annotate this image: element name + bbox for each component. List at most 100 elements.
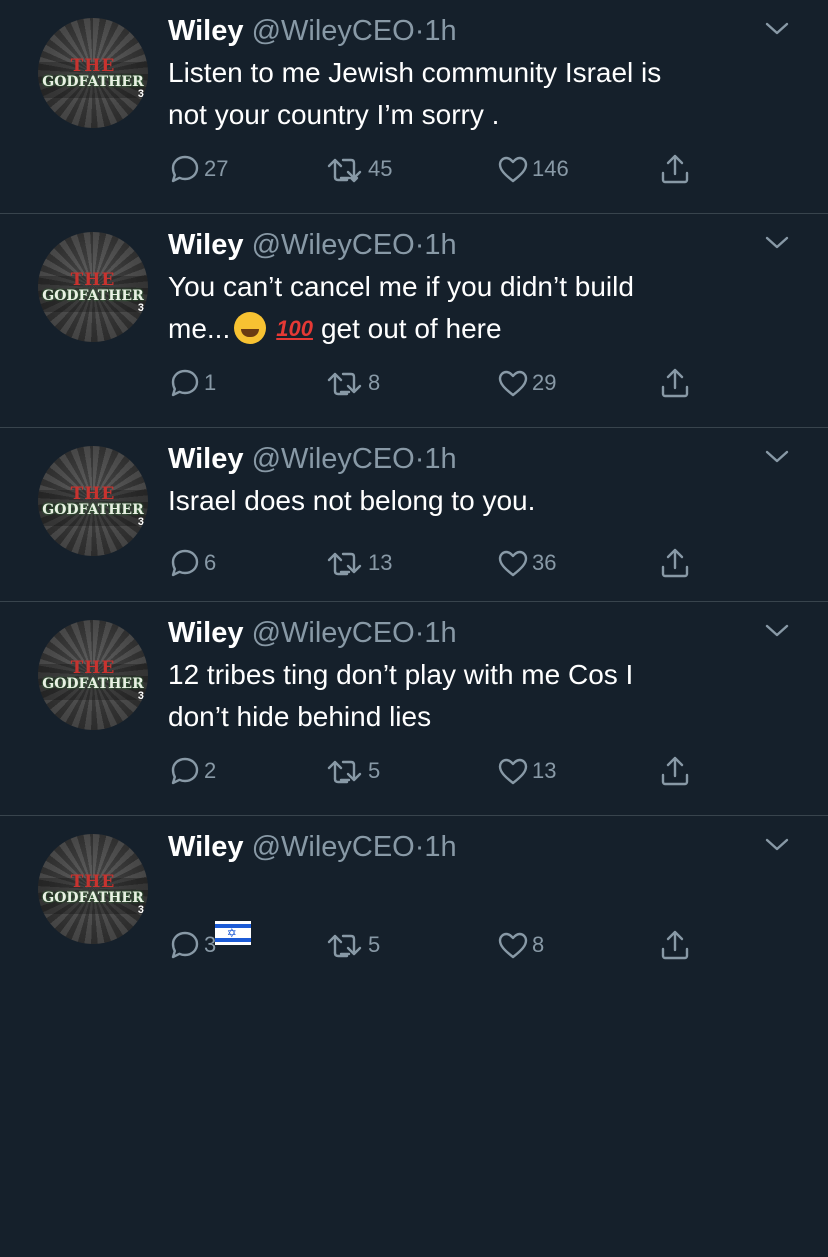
display-name[interactable]: Wiley xyxy=(168,831,244,863)
chevron-down-icon[interactable] xyxy=(764,234,790,252)
reply-icon xyxy=(171,549,199,577)
tweet-actions: 1 8 29 xyxy=(168,366,708,400)
tweet-header: Wiley @WileyCEO·1h xyxy=(168,228,808,262)
like-button[interactable]: 36 xyxy=(496,546,556,580)
tweet[interactable]: THE GODFATHER 3 Wiley @WileyCEO·1h Liste… xyxy=(0,0,828,214)
reply-button[interactable]: 2 xyxy=(168,754,216,788)
retweet-button[interactable]: 5 xyxy=(326,754,380,788)
timestamp[interactable]: 1h xyxy=(424,229,456,261)
tweet-text: Listen to me Jewish community Israel is … xyxy=(168,57,662,130)
timestamp[interactable]: 1h xyxy=(424,831,456,863)
share-icon xyxy=(661,756,689,786)
tweet-text: You can’t cancel me if you didn’t build … xyxy=(168,266,808,350)
reply-count: 2 xyxy=(204,758,217,783)
display-name[interactable]: Wiley xyxy=(168,443,244,475)
user-handle[interactable]: @WileyCEO xyxy=(252,15,415,47)
avatar[interactable]: THE GODFATHER 3 xyxy=(38,232,148,342)
retweet-icon xyxy=(327,158,362,183)
chevron-down-icon[interactable] xyxy=(764,622,790,640)
share-button[interactable] xyxy=(658,754,692,788)
display-name[interactable]: Wiley xyxy=(168,229,244,261)
retweet-button[interactable]: 5 xyxy=(326,928,380,962)
like-icon xyxy=(498,550,528,577)
laughing-emoji-icon xyxy=(234,312,267,344)
retweet-count: 5 xyxy=(368,758,381,783)
avatar-logo-the: THE xyxy=(70,56,116,76)
like-icon xyxy=(498,370,528,397)
share-button[interactable] xyxy=(658,546,692,580)
avatar-logo-the: THE xyxy=(70,872,116,892)
avatar-logo-number: 3 xyxy=(137,516,144,528)
reply-button[interactable]: 27 xyxy=(168,152,228,186)
reply-count: 27 xyxy=(204,156,229,181)
display-name[interactable]: Wiley xyxy=(168,15,244,47)
reply-count: 1 xyxy=(204,370,217,395)
like-button[interactable]: 8 xyxy=(496,928,544,962)
avatar-logo-godfather: GODFATHER xyxy=(42,502,144,518)
avatar[interactable]: THE GODFATHER 3 xyxy=(38,834,148,944)
like-count: 29 xyxy=(532,370,557,395)
like-button[interactable]: 13 xyxy=(496,754,556,788)
share-button[interactable] xyxy=(658,928,692,962)
avatar[interactable]: THE GODFATHER 3 xyxy=(38,18,148,128)
like-button[interactable]: 146 xyxy=(496,152,569,186)
chevron-down-icon[interactable] xyxy=(764,448,790,466)
retweet-button[interactable]: 45 xyxy=(326,152,392,186)
user-handle[interactable]: @WileyCEO xyxy=(252,617,415,649)
timestamp[interactable]: 1h xyxy=(424,617,456,649)
avatar[interactable]: THE GODFATHER 3 xyxy=(38,446,148,556)
tweet-text-segment: me... xyxy=(168,313,231,344)
separator-dot: · xyxy=(414,617,425,649)
like-count: 8 xyxy=(532,932,545,957)
reply-icon xyxy=(171,369,199,397)
retweet-button[interactable]: 8 xyxy=(326,366,380,400)
chevron-down-icon[interactable] xyxy=(764,20,790,38)
retweet-count: 45 xyxy=(368,156,393,181)
retweet-count: 13 xyxy=(368,550,393,575)
avatar-logo-godfather: GODFATHER xyxy=(42,676,144,692)
hundred-emoji-icon: 100 xyxy=(276,316,313,341)
share-button[interactable] xyxy=(658,366,692,400)
tweet[interactable]: THE GODFATHER 3 Wiley @WileyCEO·1h 12 tr… xyxy=(0,602,828,816)
display-name[interactable]: Wiley xyxy=(168,617,244,649)
tweet-text: 12 tribes ting don’t play with me Cos I … xyxy=(168,659,634,732)
like-button[interactable]: 29 xyxy=(496,366,556,400)
like-count: 36 xyxy=(532,550,557,575)
tweet-header: Wiley @WileyCEO·1h xyxy=(168,616,808,650)
reply-button[interactable]: 1 xyxy=(168,366,216,400)
user-handle[interactable]: @WileyCEO xyxy=(252,831,415,863)
reply-button[interactable]: 3 xyxy=(168,928,216,962)
tweet-header: Wiley @WileyCEO·1h xyxy=(168,442,808,476)
chevron-down-icon[interactable] xyxy=(764,836,790,854)
share-icon xyxy=(661,930,689,960)
tweet[interactable]: THE GODFATHER 3 Wiley @WileyCEO·1h Israe… xyxy=(0,428,828,602)
avatar-logo-godfather: GODFATHER xyxy=(42,74,144,90)
retweet-icon xyxy=(327,934,362,958)
tweet[interactable]: THE GODFATHER 3 Wiley @WileyCEO·1h You c… xyxy=(0,214,828,428)
user-handle[interactable]: @WileyCEO xyxy=(252,443,415,475)
like-icon xyxy=(498,932,528,959)
separator-dot: · xyxy=(414,229,425,261)
tweet-text-line: You can’t cancel me if you didn’t build xyxy=(168,271,634,302)
like-icon xyxy=(498,156,528,183)
reply-icon xyxy=(171,155,199,183)
reply-count: 6 xyxy=(204,550,217,575)
avatar-logo-number: 3 xyxy=(137,904,144,916)
separator-dot: · xyxy=(414,831,425,863)
avatar-logo-number: 3 xyxy=(137,690,144,702)
like-count: 13 xyxy=(532,758,557,783)
like-icon xyxy=(498,758,528,785)
retweet-count: 5 xyxy=(368,932,381,957)
avatar-logo-godfather: GODFATHER xyxy=(42,890,144,906)
share-button[interactable] xyxy=(658,152,692,186)
retweet-icon xyxy=(327,760,362,784)
timestamp[interactable]: 1h xyxy=(424,15,456,47)
retweet-button[interactable]: 13 xyxy=(326,546,392,580)
avatar[interactable]: THE GODFATHER 3 xyxy=(38,620,148,730)
tweet-actions: 27 45 146 xyxy=(168,152,708,186)
timestamp[interactable]: 1h xyxy=(424,443,456,475)
user-handle[interactable]: @WileyCEO xyxy=(252,229,415,261)
reply-button[interactable]: 6 xyxy=(168,546,216,580)
retweet-icon xyxy=(327,372,362,396)
tweet[interactable]: THE GODFATHER 3 Wiley @WileyCEO·1h ✡ 3 5 xyxy=(0,816,828,978)
